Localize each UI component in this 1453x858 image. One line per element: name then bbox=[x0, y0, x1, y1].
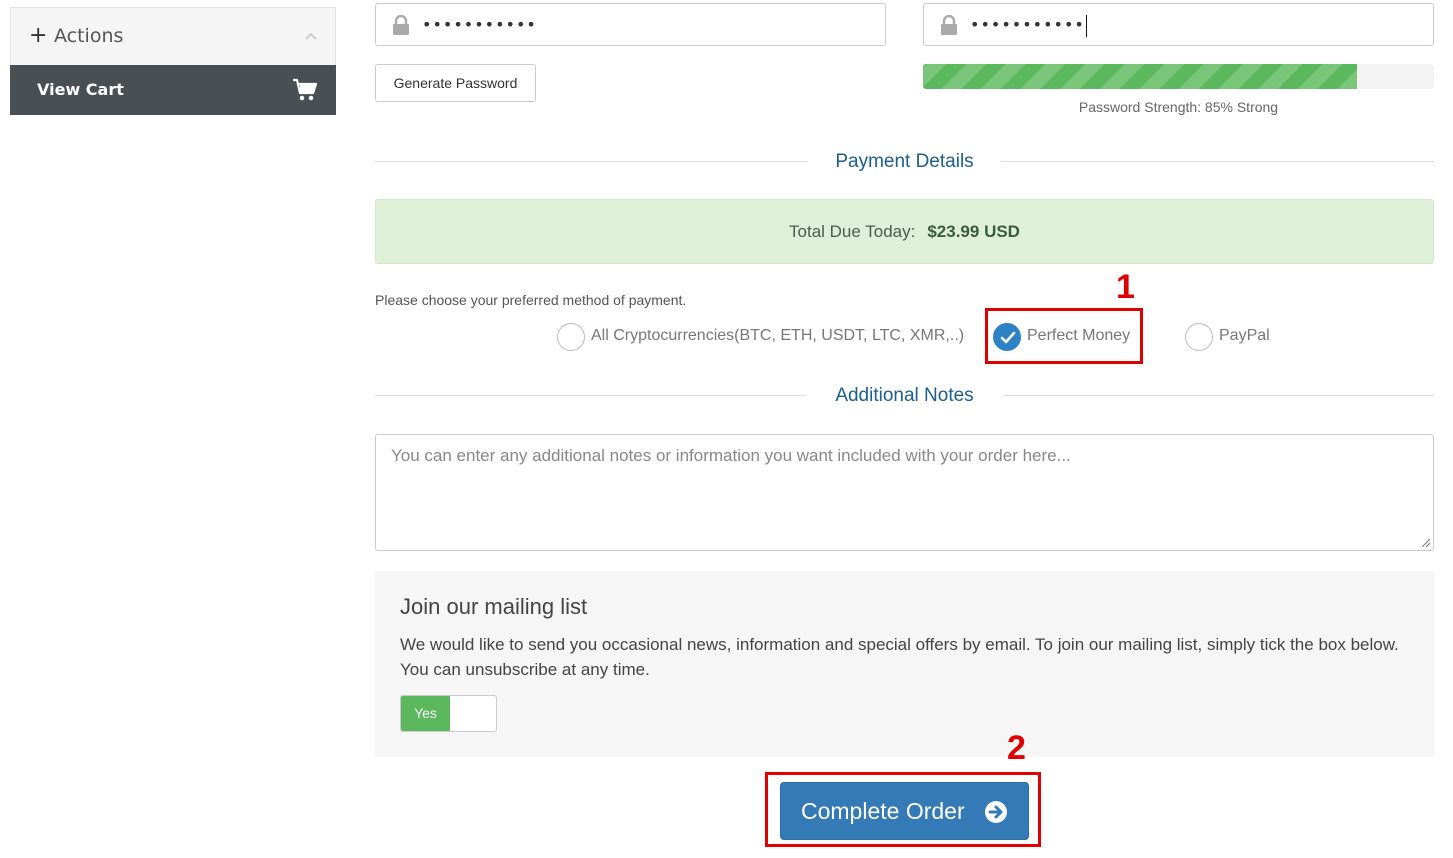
complete-order-button[interactable]: Complete Order bbox=[780, 782, 1029, 840]
lock-icon bbox=[941, 15, 957, 35]
payment-method-prompt: Please choose your preferred method of p… bbox=[375, 292, 687, 308]
divider bbox=[375, 161, 808, 162]
password-field[interactable]: ••••••••••• bbox=[375, 3, 886, 46]
payment-details-title: Payment Details bbox=[835, 151, 974, 172]
password-strength-fill bbox=[923, 64, 1358, 89]
view-cart-button[interactable]: View Cart bbox=[10, 65, 336, 115]
radio-paypal[interactable] bbox=[1185, 323, 1213, 351]
radio-label-paypal[interactable]: PayPal bbox=[1219, 325, 1270, 347]
password-value: ••••••••••• bbox=[422, 15, 537, 34]
actions-panel[interactable]: + Actions bbox=[10, 7, 336, 65]
password-strength-bar bbox=[923, 64, 1434, 89]
arrow-right-circle-icon bbox=[985, 801, 1007, 823]
complete-order-label: Complete Order bbox=[801, 798, 965, 824]
view-cart-label: View Cart bbox=[37, 80, 124, 99]
annotation-number-2: 2 bbox=[1007, 729, 1026, 767]
mailing-list-title: Join our mailing list bbox=[400, 594, 588, 619]
mailing-list-panel: Join our mailing list We would like to s… bbox=[375, 571, 1434, 757]
lock-icon bbox=[393, 15, 409, 35]
divider bbox=[375, 395, 806, 396]
mailing-list-toggle[interactable]: Yes bbox=[400, 695, 497, 732]
mailing-list-text: We would like to send you occasional new… bbox=[400, 635, 1399, 679]
confirm-password-value: ••••••••••• bbox=[970, 15, 1085, 34]
total-due-box: Total Due Today: $23.99 USD bbox=[375, 199, 1434, 264]
radio-label-crypto[interactable]: All Cryptocurrencies(BTC, ETH, USDT, LTC… bbox=[591, 325, 964, 347]
password-strength-text: Password Strength: 85% Strong bbox=[1078, 99, 1279, 115]
actions-label: Actions bbox=[54, 25, 124, 47]
notes-textarea[interactable]: You can enter any additional notes or in… bbox=[375, 434, 1434, 551]
annotation-number-1: 1 bbox=[1116, 268, 1135, 306]
chevron-up-icon[interactable] bbox=[305, 30, 317, 42]
plus-icon: + bbox=[29, 23, 48, 48]
divider bbox=[1001, 161, 1434, 162]
radio-crypto[interactable] bbox=[557, 323, 585, 351]
resize-handle-icon[interactable] bbox=[1420, 537, 1430, 547]
confirm-password-field[interactable]: ••••••••••• bbox=[923, 3, 1434, 46]
generate-password-button[interactable]: Generate Password bbox=[375, 64, 536, 102]
toggle-yes-label: Yes bbox=[401, 696, 450, 731]
additional-notes-title: Additional Notes bbox=[835, 385, 974, 406]
cart-icon bbox=[293, 78, 318, 101]
total-due-value: $23.99 USD bbox=[927, 222, 1020, 241]
annotation-box-1 bbox=[985, 308, 1143, 364]
divider bbox=[1003, 395, 1434, 396]
notes-placeholder: You can enter any additional notes or in… bbox=[391, 446, 1071, 465]
text-caret bbox=[1085, 14, 1087, 37]
total-due-label: Total Due Today: bbox=[789, 222, 916, 241]
confirm-password-value-wrap: ••••••••••• bbox=[970, 13, 1087, 37]
